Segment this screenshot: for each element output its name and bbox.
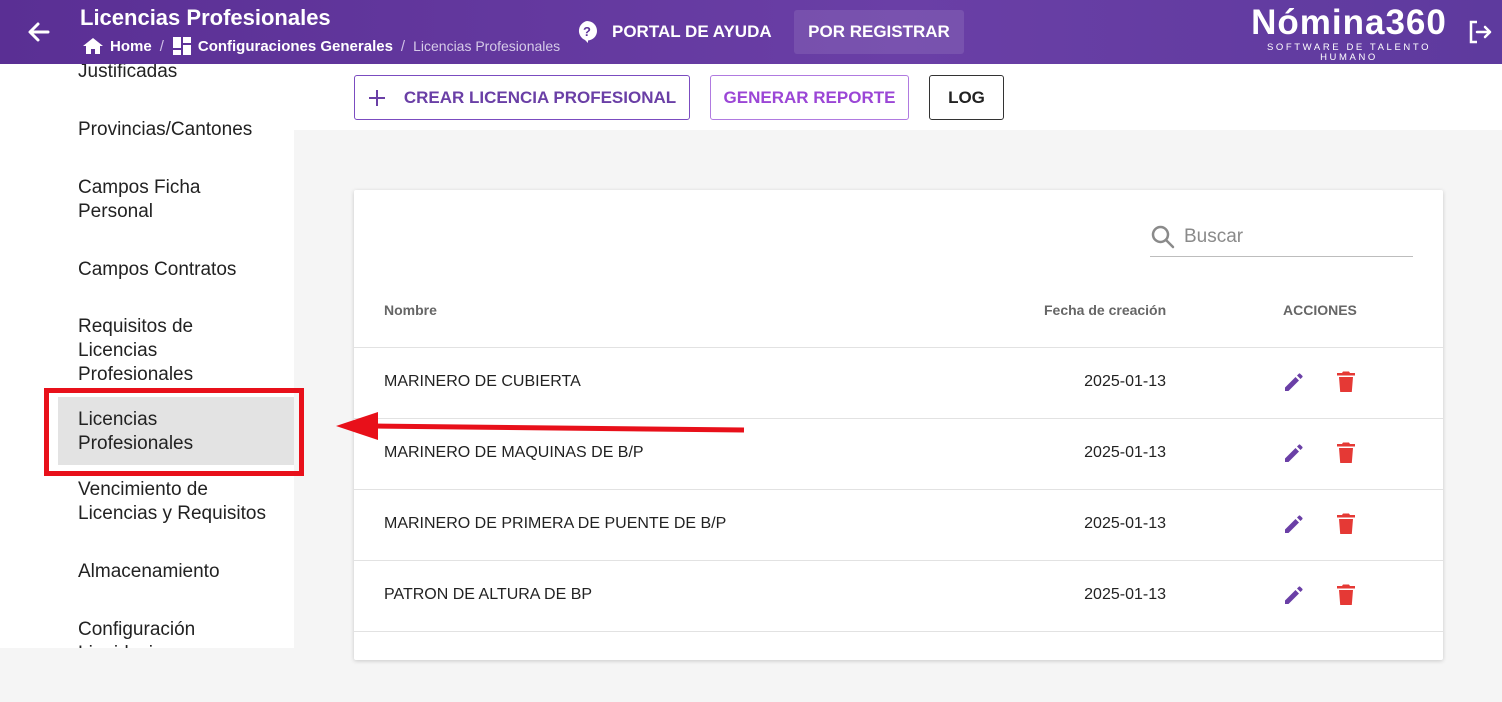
column-header-fecha[interactable]: Fecha de creación xyxy=(1044,302,1166,318)
breadcrumb-separator: / xyxy=(400,37,406,55)
logout-icon[interactable] xyxy=(1467,19,1493,45)
log-button[interactable]: LOG xyxy=(929,75,1004,120)
help-portal-button[interactable]: ? PORTAL DE AYUDA xyxy=(576,20,772,44)
column-header-acciones: ACCIONES xyxy=(1283,302,1357,318)
cell-name: PATRON DE ALTURA DE BP xyxy=(384,586,593,603)
sidebar-item-vencimiento[interactable]: Vencimiento de Licencias y Requisitos xyxy=(78,478,288,526)
edit-icon[interactable] xyxy=(1282,441,1306,465)
search-field[interactable] xyxy=(1150,218,1413,257)
sidebar-item-provincias[interactable]: Provincias/Cantones xyxy=(78,118,288,142)
create-license-button[interactable]: CREAR LICENCIA PROFESIONAL xyxy=(354,75,690,120)
home-icon xyxy=(83,38,103,54)
sidebar: Justificadas Provincias/Cantones Campos … xyxy=(0,64,294,648)
search-icon xyxy=(1151,225,1175,249)
page-title: Licencias Profesionales xyxy=(80,5,331,30)
generate-report-button[interactable]: GENERAR REPORTE xyxy=(710,75,909,120)
create-license-label: CREAR LICENCIA PROFESIONAL xyxy=(403,87,677,107)
breadcrumb-current: Licencias Profesionales xyxy=(413,38,561,54)
cell-name: MARINERO DE CUBIERTA xyxy=(384,373,581,390)
table-row xyxy=(354,631,1443,702)
back-arrow-icon[interactable] xyxy=(24,18,54,46)
annotation-highlight-box xyxy=(44,388,304,476)
cell-date: 2025-01-13 xyxy=(1084,444,1166,461)
sidebar-item-justificadas[interactable]: Justificadas xyxy=(78,64,288,84)
table-row: PATRON DE ALTURA DE BP 2025-01-13 xyxy=(354,560,1443,631)
sidebar-item-almacenamiento[interactable]: Almacenamiento xyxy=(78,560,288,584)
table-row: MARINERO DE PRIMERA DE PUENTE DE B/P 202… xyxy=(354,489,1443,560)
dashboard-icon xyxy=(172,37,191,55)
sidebar-item-requisitos[interactable]: Requisitos de Licencias Profesionales xyxy=(78,315,218,387)
brand-logo: Nómina360 SOFTWARE DE TALENTO HUMANO xyxy=(1236,3,1462,63)
edit-icon[interactable] xyxy=(1282,583,1306,607)
cell-name: MARINERO DE PRIMERA DE PUENTE DE B/P xyxy=(384,515,727,532)
cell-date: 2025-01-13 xyxy=(1084,586,1166,603)
breadcrumb-separator: / xyxy=(159,37,164,55)
breadcrumb-section-label: Configuraciones Generales xyxy=(197,37,393,55)
delete-icon[interactable] xyxy=(1336,512,1356,536)
breadcrumb-home[interactable]: Home xyxy=(82,37,152,55)
logo-tagline: SOFTWARE DE TALENTO HUMANO xyxy=(1266,42,1432,63)
cell-date: 2025-01-13 xyxy=(1084,373,1166,390)
sidebar-item-configuracion[interactable]: Configuración Liquidaciones xyxy=(78,618,238,648)
sidebar-item-campos-contratos[interactable]: Campos Contratos xyxy=(78,258,288,282)
annotation-arrow xyxy=(336,412,745,440)
delete-icon[interactable] xyxy=(1336,583,1356,607)
help-portal-label: PORTAL DE AYUDA xyxy=(612,22,772,41)
column-header-nombre[interactable]: Nombre xyxy=(384,302,437,318)
breadcrumb-home-label: Home xyxy=(110,37,152,55)
breadcrumb-section[interactable]: Configuraciones Generales xyxy=(172,36,393,56)
breadcrumb: Home / Configuraciones Generales / Licen… xyxy=(82,36,560,56)
svg-text:?: ? xyxy=(583,24,591,39)
logo-text: Nómina360 xyxy=(1251,3,1447,42)
edit-icon[interactable] xyxy=(1282,370,1306,394)
plus-icon xyxy=(368,89,385,106)
top-app-bar: Licencias Profesionales Home / Configura… xyxy=(0,0,1502,64)
help-icon: ? xyxy=(578,21,597,43)
sidebar-item-campos-ficha[interactable]: Campos Ficha Personal xyxy=(78,176,228,224)
edit-icon[interactable] xyxy=(1282,512,1306,536)
delete-icon[interactable] xyxy=(1336,441,1356,465)
register-button[interactable]: POR REGISTRAR xyxy=(794,10,964,54)
search-input[interactable] xyxy=(1184,226,1394,248)
cell-date: 2025-01-13 xyxy=(1084,515,1166,532)
delete-icon[interactable] xyxy=(1336,370,1356,394)
